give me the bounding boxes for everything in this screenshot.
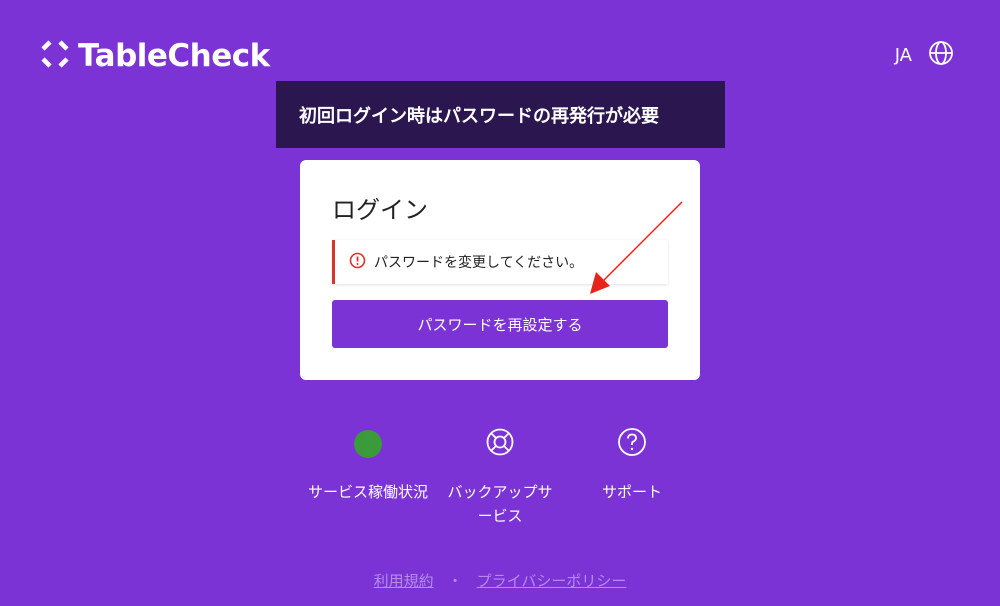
tablecheck-logo-icon xyxy=(40,39,70,73)
question-circle-icon xyxy=(617,427,647,461)
login-card: ログイン パスワードを変更してください。 パスワードを再設定する xyxy=(300,160,700,380)
privacy-policy-link[interactable]: プライバシーポリシー xyxy=(477,570,627,591)
backup-service-label: バックアップサービス xyxy=(447,483,553,525)
language-code[interactable]: JA xyxy=(895,45,912,66)
support-link[interactable]: サポート xyxy=(572,428,692,504)
annotation-banner-text: 初回ログイン時はパスワードの再発行が必要 xyxy=(299,105,659,127)
globe-icon[interactable] xyxy=(928,40,954,70)
reset-password-button[interactable]: パスワードを再設定する xyxy=(332,300,668,348)
logo[interactable]: TableCheck xyxy=(40,38,270,74)
logo-text: TableCheck xyxy=(78,38,270,74)
password-change-alert: パスワードを変更してください。 xyxy=(332,240,668,284)
status-dot-icon xyxy=(354,430,382,458)
terms-link[interactable]: 利用規約 xyxy=(374,570,434,591)
backup-service-link[interactable]: バックアップサービス xyxy=(440,428,560,528)
error-circle-icon xyxy=(349,252,366,273)
language-switcher[interactable]: JA xyxy=(895,40,954,70)
footer-links: 利用規約 ・ プライバシーポリシー xyxy=(0,570,1000,591)
annotation-banner: 初回ログイン時はパスワードの再発行が必要 xyxy=(276,81,725,148)
lifebuoy-icon xyxy=(485,427,515,461)
login-title: ログイン xyxy=(332,196,428,224)
link-separator: ・ xyxy=(447,572,463,590)
service-status-label: サービス稼働状況 xyxy=(308,483,429,501)
support-label: サポート xyxy=(601,483,662,501)
alert-text: パスワードを変更してください。 xyxy=(374,255,584,271)
service-status-link[interactable]: サービス稼働状況 xyxy=(308,428,428,504)
